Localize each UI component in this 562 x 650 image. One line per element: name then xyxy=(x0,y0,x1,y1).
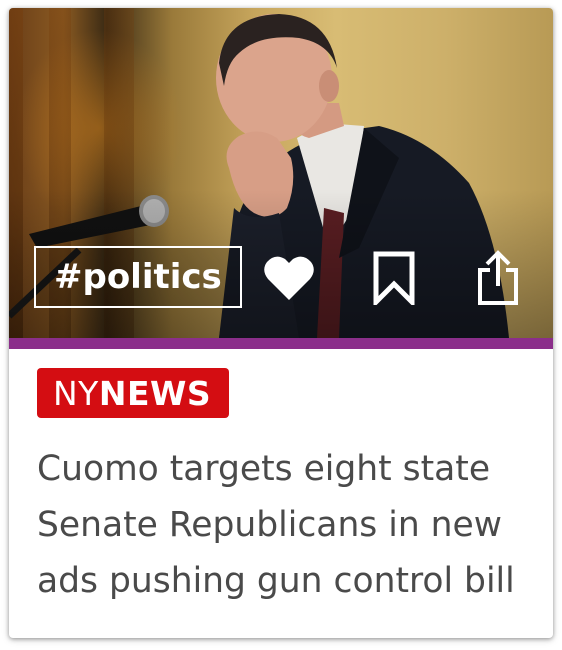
accent-bar xyxy=(9,338,553,349)
like-button[interactable] xyxy=(261,250,317,306)
source-name: NEWS xyxy=(98,373,212,413)
source-prefix: NY xyxy=(53,373,99,413)
bookmark-button[interactable] xyxy=(366,250,422,306)
news-card[interactable]: #politics NY NEWS Cuomo targets eight sta… xyxy=(9,8,553,638)
article-headline[interactable]: Cuomo targets eight state Senate Republi… xyxy=(37,441,537,609)
share-icon xyxy=(478,250,518,305)
hashtag-tag[interactable]: #politics xyxy=(34,246,242,308)
hashtag-label: #politics xyxy=(54,257,222,297)
heart-icon xyxy=(264,256,314,300)
article-photo[interactable]: #politics xyxy=(9,8,553,338)
bookmark-icon xyxy=(373,251,415,305)
share-button[interactable] xyxy=(470,250,526,306)
source-badge[interactable]: NY NEWS xyxy=(37,368,230,418)
